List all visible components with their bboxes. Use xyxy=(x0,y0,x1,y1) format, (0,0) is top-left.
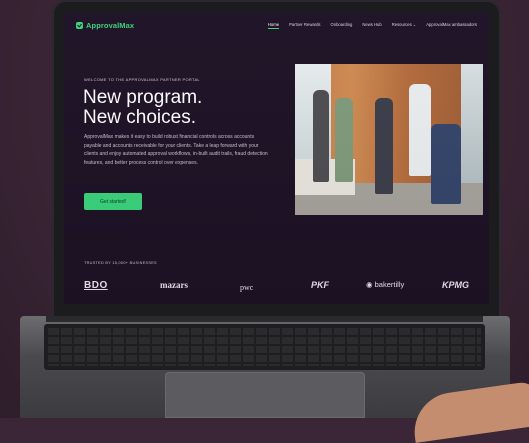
nav-item-partner-rewards[interactable]: Partner Rewards xyxy=(289,22,320,29)
hero-title-line1: New program. xyxy=(83,87,203,108)
person-1 xyxy=(313,90,329,182)
nav-menu: Home Partner Rewards Onboarding News Hub… xyxy=(267,22,477,29)
logo-pwc: pwc xyxy=(240,283,254,292)
nav-item-news-hub[interactable]: News Hub xyxy=(362,22,381,29)
chevron-down-icon: ⌄ xyxy=(412,22,417,27)
logo-mazars: mazars xyxy=(160,280,188,290)
hero-title-line2: New choices. xyxy=(83,107,196,128)
person-3 xyxy=(375,98,393,194)
client-logos: BDO mazars pwc PKF ◉ bakertilly KPMG xyxy=(64,280,489,296)
nav-item-ambassadors[interactable]: ApprovalMax ambassadors xyxy=(426,22,477,29)
logo-pkf: PKF xyxy=(311,280,329,290)
trusted-label: TRUSTED BY 15,000+ BUSINESSES xyxy=(84,261,157,265)
trackpad xyxy=(165,372,365,418)
logo-bakertilly-text: bakertilly xyxy=(374,280,405,289)
hero-eyebrow: WELCOME TO THE APPROVALMAX PARTNER PORTA… xyxy=(84,77,200,82)
logo-text: ApprovalMax xyxy=(86,21,135,30)
hero-photo xyxy=(295,64,483,215)
laptop-screen: ApprovalMax Home Partner Rewards Onboard… xyxy=(64,12,489,304)
person-2 xyxy=(335,98,353,182)
logo[interactable]: ApprovalMax xyxy=(76,21,134,30)
approvalmax-logo-icon xyxy=(76,22,83,29)
person-5 xyxy=(431,124,461,204)
logo-kpmg: KPMG xyxy=(442,280,469,290)
nav-item-resources-label: Resources xyxy=(391,22,412,27)
nav-item-resources[interactable]: Resources⌄ xyxy=(392,22,417,29)
hero-lead: ApprovalMax makes it easy to build robus… xyxy=(84,134,268,166)
top-nav: ApprovalMax Home Partner Rewards Onboard… xyxy=(64,12,489,38)
nav-item-onboarding[interactable]: Onboarding xyxy=(331,22,353,29)
keyboard xyxy=(44,324,485,370)
nav-item-home[interactable]: Home xyxy=(267,22,280,29)
hero-title: New program. New choices. xyxy=(83,88,202,128)
person-4 xyxy=(409,84,431,176)
laptop-hinge xyxy=(46,316,483,322)
logo-bdo: BDO xyxy=(84,280,108,291)
keys xyxy=(48,328,481,366)
get-started-button[interactable]: Get started! xyxy=(84,193,142,210)
bakertilly-icon: ◉ xyxy=(366,280,373,289)
logo-bakertilly: ◉ bakertilly xyxy=(366,280,404,289)
